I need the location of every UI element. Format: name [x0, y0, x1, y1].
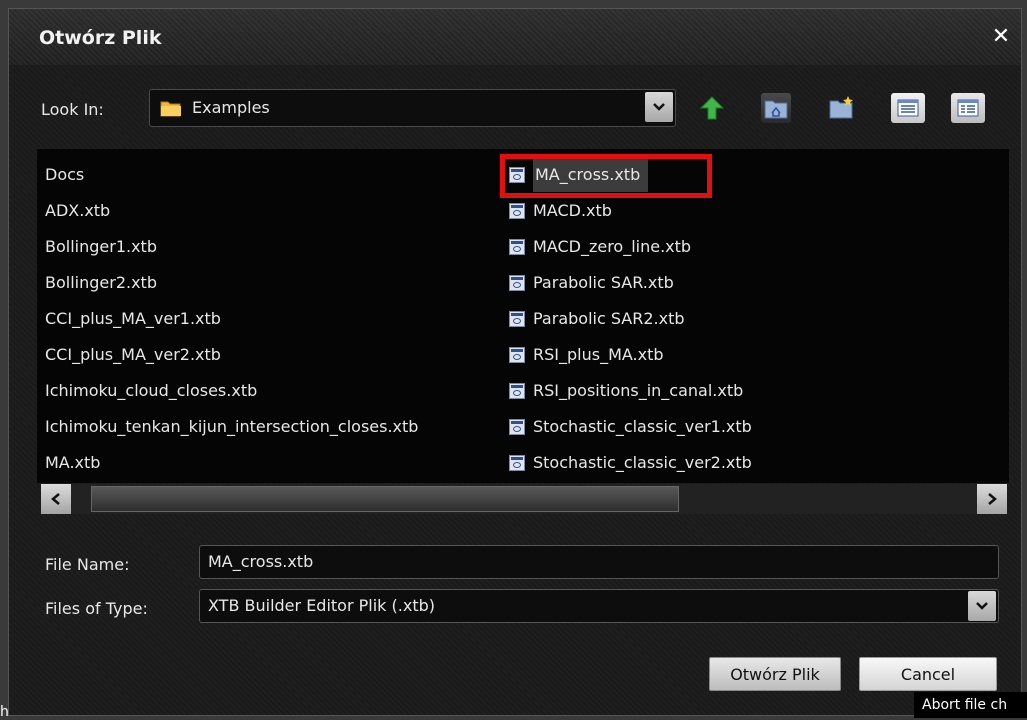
chevron-down-icon[interactable]: [968, 591, 996, 621]
list-item[interactable]: Parabolic SAR.xtb: [509, 265, 752, 301]
xtb-file-icon: [509, 275, 525, 291]
file-name-label: File Name:: [45, 555, 130, 574]
list-item[interactable]: MACD_zero_line.xtb: [509, 229, 752, 265]
list-item[interactable]: Docs: [45, 157, 418, 193]
list-item[interactable]: RSI_positions_in_canal.xtb: [509, 373, 752, 409]
file-name-input[interactable]: MA_cross.xtb: [199, 545, 999, 579]
cancel-button[interactable]: Cancel: [859, 657, 997, 691]
files-of-type-value: XTB Builder Editor Plik (.xtb): [208, 596, 435, 615]
xtb-file-icon: [509, 383, 525, 399]
tooltip: Abort file ch: [914, 692, 1027, 718]
xtb-file-icon: [509, 311, 525, 327]
xtb-file-icon: [509, 203, 525, 219]
dialog-title: Otwórz Plik: [39, 27, 162, 49]
list-item[interactable]: Parabolic SAR2.xtb: [509, 301, 752, 337]
list-item[interactable]: ADX.xtb: [45, 193, 418, 229]
list-item[interactable]: Ichimoku_cloud_closes.xtb: [45, 373, 418, 409]
list-view-icon[interactable]: [891, 93, 925, 123]
list-item-selected[interactable]: MA_cross.xtb: [509, 157, 752, 193]
list-item[interactable]: Stochastic_classic_ver2.xtb: [509, 445, 752, 481]
list-item[interactable]: MACD.xtb: [509, 193, 752, 229]
file-list[interactable]: Docs ADX.xtb Bollinger1.xtb Bollinger2.x…: [37, 149, 1009, 483]
file-name-value: MA_cross.xtb: [208, 552, 314, 571]
xtb-file-icon: [509, 419, 525, 435]
folder-icon: [160, 99, 182, 121]
list-item[interactable]: Ichimoku_tenkan_kijun_intersection_close…: [45, 409, 418, 445]
files-of-type-label: Files of Type:: [45, 599, 148, 618]
xtb-file-icon: [509, 239, 525, 255]
list-item[interactable]: CCI_plus_MA_ver1.xtb: [45, 301, 418, 337]
xtb-file-icon: [509, 455, 525, 471]
scroll-left-icon[interactable]: [41, 484, 71, 514]
details-view-icon[interactable]: [951, 93, 985, 123]
scrollbar-thumb[interactable]: [91, 486, 679, 512]
open-file-button[interactable]: Otwórz Plik: [709, 657, 841, 691]
files-of-type-select[interactable]: XTB Builder Editor Plik (.xtb): [199, 589, 999, 623]
file-column-1: Docs ADX.xtb Bollinger1.xtb Bollinger2.x…: [45, 157, 418, 481]
up-folder-icon[interactable]: [697, 93, 727, 123]
xtb-file-icon: [509, 167, 525, 183]
xtb-file-icon: [509, 347, 525, 363]
look-in-value: Examples: [192, 98, 270, 117]
list-item[interactable]: Bollinger2.xtb: [45, 265, 418, 301]
home-folder-icon[interactable]: [761, 93, 791, 123]
close-icon[interactable]: ✕: [989, 25, 1013, 49]
chevron-down-icon[interactable]: [645, 92, 673, 122]
horizontal-scrollbar[interactable]: [41, 484, 1007, 514]
list-item[interactable]: MA.xtb: [45, 445, 418, 481]
file-column-2: MA_cross.xtb MACD.xtb MACD_zero_line.xtb…: [509, 157, 752, 481]
look-in-label: Look In:: [41, 100, 104, 119]
list-item[interactable]: RSI_plus_MA.xtb: [509, 337, 752, 373]
look-in-combo[interactable]: Examples: [149, 89, 676, 127]
new-folder-icon[interactable]: [827, 93, 857, 123]
list-item[interactable]: Bollinger1.xtb: [45, 229, 418, 265]
dialog-titlebar[interactable]: Otwórz Plik ✕: [9, 9, 1021, 65]
list-item[interactable]: Stochastic_classic_ver1.xtb: [509, 409, 752, 445]
open-file-dialog: Otwórz Plik ✕ Look In: Examples Docs ADX…: [8, 8, 1022, 716]
scroll-right-icon[interactable]: [977, 484, 1007, 514]
list-item[interactable]: CCI_plus_MA_ver2.xtb: [45, 337, 418, 373]
